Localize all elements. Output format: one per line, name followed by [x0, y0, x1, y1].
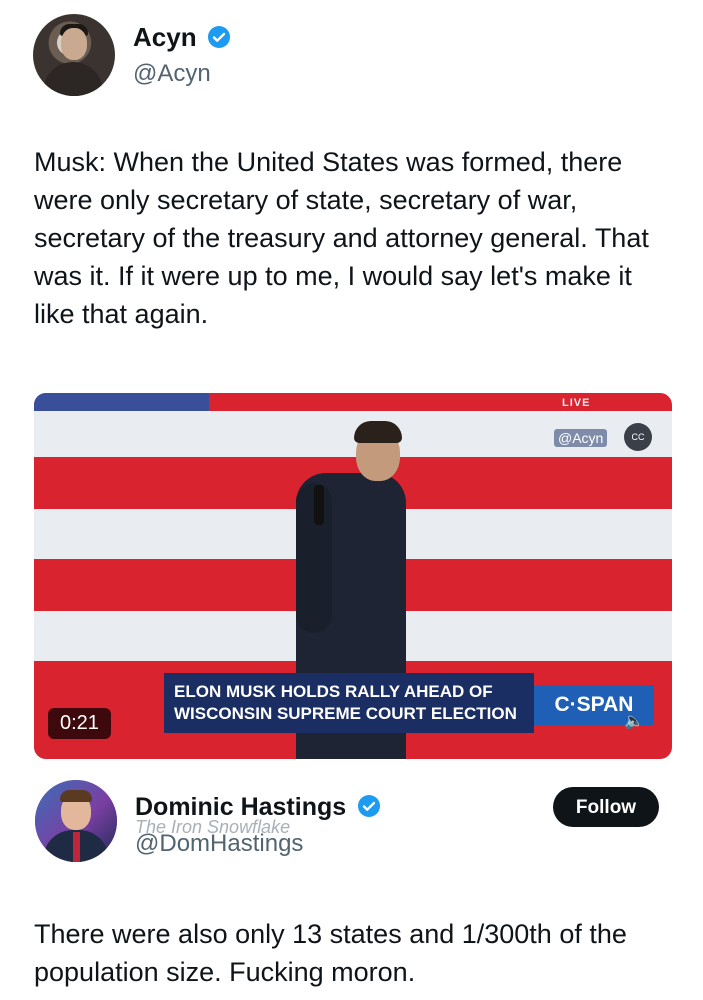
- author-name[interactable]: Acyn: [133, 22, 197, 52]
- chyron-line2: WISCONSIN SUPREME COURT ELECTION: [174, 704, 517, 723]
- microphone: [314, 485, 324, 525]
- avatar-face: [61, 28, 87, 60]
- tweet1-text: Musk: When the United States was formed,…: [34, 147, 649, 329]
- verified-badge-icon: [208, 26, 231, 48]
- avatar-shirt: [43, 62, 103, 96]
- closed-caption-icon: CC: [624, 423, 652, 451]
- follow-button[interactable]: Follow: [553, 787, 659, 827]
- tweet2-text: There were also only 13 states and 1/300…: [34, 919, 627, 987]
- acyn-avatar[interactable]: [33, 14, 115, 96]
- dominic-avatar[interactable]: [35, 780, 117, 862]
- flag-canton: [34, 393, 209, 411]
- author-handle[interactable]: @Acyn: [133, 60, 211, 88]
- video-player[interactable]: LIVE @Acyn CC ELON MUSK HOLDS RALLY AHEA…: [34, 393, 672, 759]
- mute-icon[interactable]: 🔈: [620, 711, 648, 733]
- verified-badge-icon: [357, 795, 380, 817]
- author-handle[interactable]: @DomHastings: [135, 830, 303, 858]
- tweet1-author[interactable]: Acyn: [133, 22, 231, 53]
- live-badge: LIVE: [562, 397, 591, 409]
- chyron-line1: ELON MUSK HOLDS RALLY AHEAD OF: [174, 682, 493, 701]
- news-chyron: ELON MUSK HOLDS RALLY AHEAD OF WISCONSIN…: [164, 673, 534, 733]
- video-duration: 0:21: [48, 708, 111, 739]
- video-watermark: @Acyn: [554, 429, 608, 447]
